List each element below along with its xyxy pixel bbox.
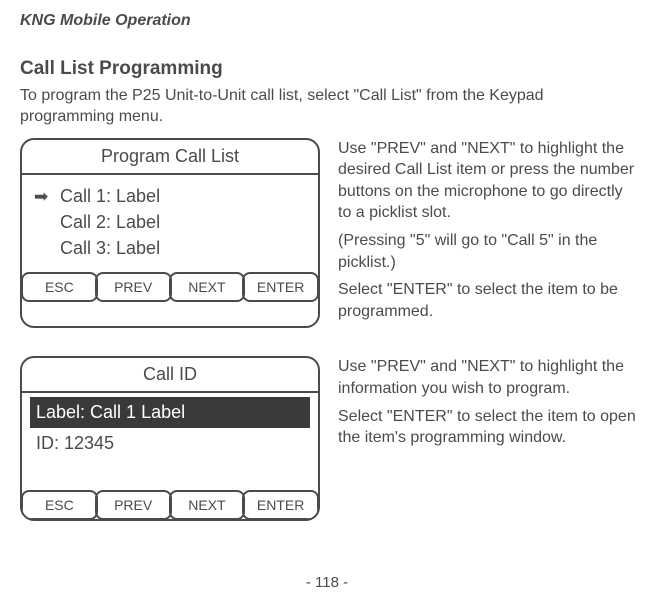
page-title: Call List Programming [20, 58, 638, 80]
arrow-icon: ➡ [34, 185, 60, 210]
prev-button[interactable]: PREV [95, 490, 172, 520]
list-item-label: Call 2: Label [60, 209, 298, 235]
lcd-panel-program-call-list: Program Call List ➡ Call 1: Label Call 2… [20, 138, 320, 329]
next-button[interactable]: NEXT [169, 272, 246, 302]
desc-paragraph: Use "PREV" and "NEXT" to highlight the i… [338, 356, 638, 399]
prev-button[interactable]: PREV [95, 272, 172, 302]
enter-button[interactable]: ENTER [242, 490, 319, 520]
id-row: ID: 12345 [36, 430, 304, 457]
lcd-header: Call ID [22, 358, 318, 393]
list-item-label: Call 3: Label [60, 235, 298, 261]
content-block-2: Call ID Label: Call 1 Label ID: 12345 ES… [20, 356, 638, 521]
desc-paragraph: Select "ENTER" to select the item to ope… [338, 406, 638, 449]
list-item: Call 3: Label [34, 235, 298, 261]
lcd-panel-call-id: Call ID Label: Call 1 Label ID: 12345 ES… [20, 356, 320, 521]
highlighted-row: Label: Call 1 Label [30, 397, 310, 428]
lcd-button-row: ESC PREV NEXT ENTER [22, 273, 318, 301]
desc-paragraph: Use "PREV" and "NEXT" to highlight the d… [338, 138, 638, 224]
esc-button[interactable]: ESC [21, 272, 98, 302]
desc-paragraph: Select "ENTER" to select the item to be … [338, 279, 638, 322]
lcd-header: Program Call List [22, 140, 318, 175]
enter-button[interactable]: ENTER [242, 272, 319, 302]
description-block-2: Use "PREV" and "NEXT" to highlight the i… [338, 356, 638, 521]
next-button[interactable]: NEXT [169, 490, 246, 520]
page-number: - 118 - [0, 574, 654, 591]
esc-button[interactable]: ESC [21, 490, 98, 520]
intro-paragraph: To program the P25 Unit-to-Unit call lis… [20, 86, 638, 128]
lcd-body: ➡ Call 1: Label Call 2: Label Call 3: La… [22, 175, 318, 273]
content-block-1: Program Call List ➡ Call 1: Label Call 2… [20, 138, 638, 329]
desc-paragraph: (Pressing "5" will go to "Call 5" in the… [338, 230, 638, 273]
lcd-body: Label: Call 1 Label ID: 12345 [22, 393, 318, 491]
list-item-label: Call 1: Label [60, 183, 298, 209]
description-block-1: Use "PREV" and "NEXT" to highlight the d… [338, 138, 638, 329]
list-item: Call 2: Label [34, 209, 298, 235]
list-item: ➡ Call 1: Label [34, 183, 298, 210]
lcd-button-row: ESC PREV NEXT ENTER [22, 491, 318, 519]
doc-section-header: KNG Mobile Operation [20, 12, 638, 30]
